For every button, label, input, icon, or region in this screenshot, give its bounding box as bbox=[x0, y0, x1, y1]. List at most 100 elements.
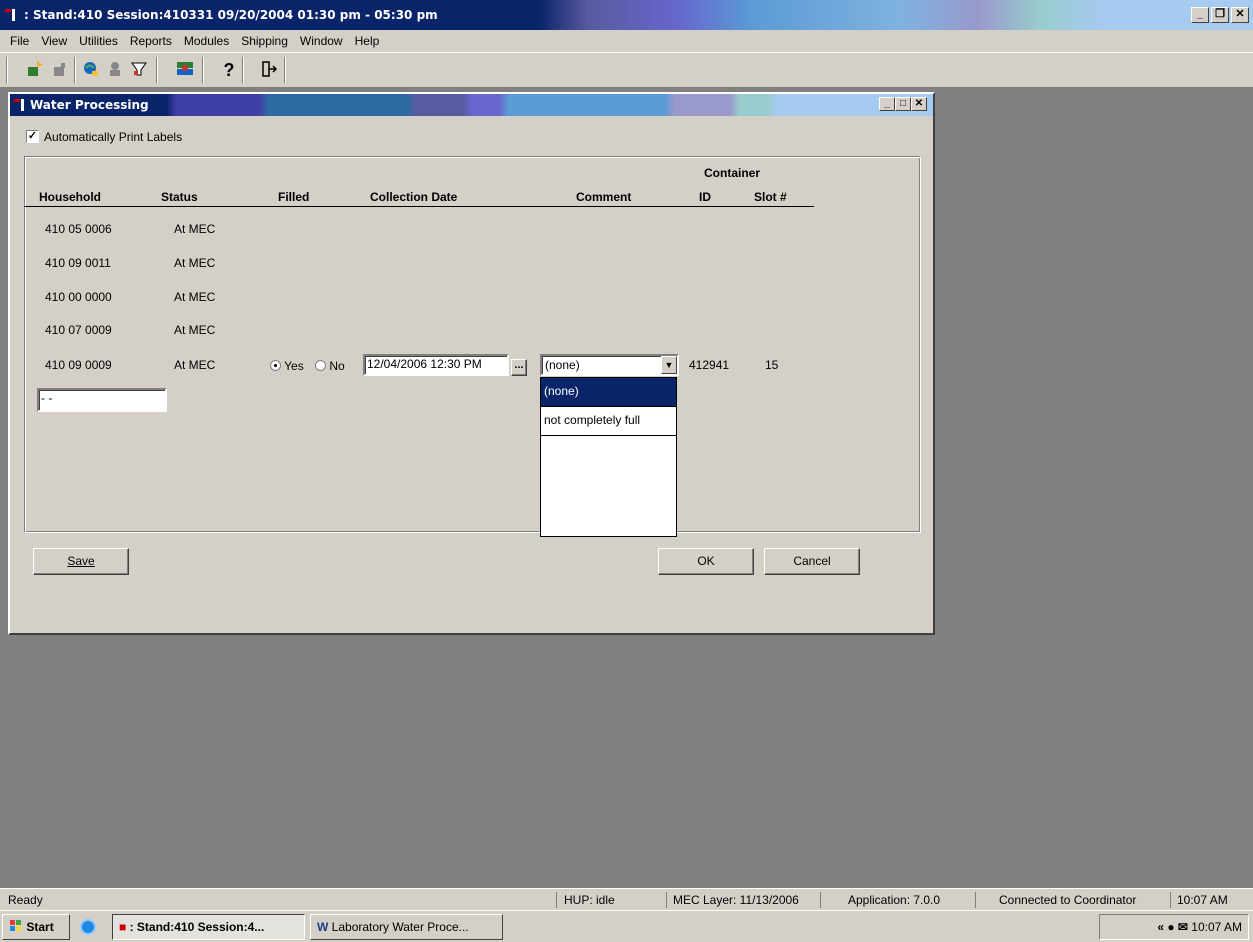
dropdown-option[interactable]: not completely full bbox=[541, 407, 676, 436]
status-mec-layer: MEC Layer: 11/13/2006 bbox=[673, 893, 799, 907]
status-ready: Ready bbox=[8, 893, 43, 907]
status-divider bbox=[556, 892, 557, 908]
tray-icons[interactable]: « ● ✉ bbox=[1157, 920, 1191, 934]
water-processing-window: Water Processing _ □ ✕ ✓ Automatically P… bbox=[8, 92, 935, 635]
menu-reports[interactable]: Reports bbox=[124, 34, 178, 48]
auto-print-label: Automatically Print Labels bbox=[44, 130, 183, 144]
menu-shipping[interactable]: Shipping bbox=[235, 34, 294, 48]
status-hup: HUP: idle bbox=[564, 893, 615, 907]
menu-file[interactable]: File bbox=[4, 34, 35, 48]
filled-no-radio[interactable]: No bbox=[315, 359, 345, 373]
menu-view[interactable]: View bbox=[35, 34, 73, 48]
column-slot: Slot # bbox=[754, 190, 787, 204]
column-comment: Comment bbox=[576, 190, 632, 204]
ie-quicklaunch-icon[interactable] bbox=[80, 919, 96, 935]
close-button[interactable]: ✕ bbox=[1231, 7, 1249, 23]
toolbar-separator bbox=[202, 57, 204, 83]
filled-yes-radio[interactable]: Yes bbox=[270, 359, 304, 373]
toolbar-separator bbox=[6, 57, 8, 83]
row-status: At MEC bbox=[174, 323, 216, 337]
row-household: 410 07 0009 bbox=[45, 323, 112, 337]
taskbar-task-word[interactable]: W Laboratory Water Proce... bbox=[310, 914, 503, 940]
dialog-maximize-button[interactable]: □ bbox=[895, 97, 911, 111]
row-status: At MEC bbox=[174, 358, 216, 372]
row-household: 410 00 0000 bbox=[45, 290, 112, 304]
task-word-label: Laboratory Water Proce... bbox=[331, 920, 469, 934]
start-label: Start bbox=[26, 920, 54, 934]
task-stand-label: : Stand:410 Session:4... bbox=[129, 920, 265, 934]
stamp-icon[interactable] bbox=[104, 59, 126, 81]
slot-value: 15 bbox=[765, 358, 779, 372]
radio-no-icon bbox=[315, 360, 326, 371]
app-icon bbox=[5, 9, 15, 21]
filled-yes-label: Yes bbox=[284, 359, 304, 373]
app-title-bar[interactable]: : Stand:410 Session:410331 09/20/2004 01… bbox=[0, 0, 1253, 30]
menu-utilities[interactable]: Utilities bbox=[73, 34, 124, 48]
new-household-input[interactable]: - - bbox=[37, 388, 167, 412]
dialog-title: Water Processing bbox=[30, 98, 149, 112]
dialog-title-bar[interactable]: Water Processing _ □ ✕ bbox=[10, 94, 933, 116]
column-container-id: ID bbox=[699, 190, 711, 204]
column-status: Status bbox=[161, 190, 198, 204]
toolbar-separator bbox=[284, 57, 286, 83]
column-household: Household bbox=[39, 190, 101, 204]
minimize-button[interactable]: _ bbox=[1191, 7, 1209, 23]
save-button[interactable]: Save bbox=[33, 548, 129, 575]
status-bar: Ready HUP: idle MEC Layer: 11/13/2006 Ap… bbox=[0, 888, 1253, 910]
filter-icon[interactable] bbox=[128, 59, 150, 81]
date-picker-button[interactable]: ... bbox=[511, 359, 527, 376]
globe-icon[interactable] bbox=[80, 59, 102, 81]
toolbar: ? bbox=[0, 52, 1253, 88]
taskbar: Start ■ : Stand:410 Session:4... W Labor… bbox=[0, 910, 1253, 942]
dialog-minimize-button[interactable]: _ bbox=[879, 97, 895, 111]
app-title: : Stand:410 Session:410331 09/20/2004 01… bbox=[24, 8, 438, 22]
cancel-button[interactable]: Cancel bbox=[764, 548, 860, 575]
start-button[interactable]: Start bbox=[2, 914, 70, 940]
people-icon[interactable] bbox=[174, 59, 196, 81]
filled-no-label: No bbox=[329, 359, 345, 373]
menu-bar: File View Utilities Reports Modules Ship… bbox=[0, 30, 1253, 52]
menu-modules[interactable]: Modules bbox=[178, 34, 235, 48]
word-doc-icon: W bbox=[317, 920, 329, 934]
menu-help[interactable]: Help bbox=[349, 34, 386, 48]
column-container: Container bbox=[704, 166, 761, 180]
ok-button[interactable]: OK bbox=[658, 548, 754, 575]
windows-logo-icon bbox=[10, 920, 21, 931]
collection-date-field[interactable]: 12/04/2006 12:30 PM bbox=[363, 354, 509, 376]
toolbar-separator bbox=[242, 57, 244, 83]
new-icon[interactable] bbox=[24, 59, 46, 81]
system-tray: « ● ✉ 10:07 AM bbox=[1099, 914, 1249, 940]
dialog-close-button[interactable]: ✕ bbox=[911, 97, 927, 111]
column-collection-date: Collection Date bbox=[370, 190, 458, 204]
help-icon[interactable]: ? bbox=[218, 59, 240, 81]
toolbar-separator bbox=[74, 57, 76, 83]
status-connection: Connected to Coordinator bbox=[999, 893, 1137, 907]
row-household: 410 09 0011 bbox=[45, 256, 111, 270]
dropdown-option[interactable]: (none) bbox=[541, 378, 676, 407]
row-household: 410 09 0009 bbox=[45, 358, 112, 372]
status-divider bbox=[975, 892, 976, 908]
auto-print-checkbox[interactable]: ✓ bbox=[26, 130, 39, 143]
row-status: At MEC bbox=[174, 290, 216, 304]
column-filled: Filled bbox=[278, 190, 310, 204]
restore-button[interactable]: ❐ bbox=[1211, 7, 1229, 23]
comment-selected-value: (none) bbox=[545, 358, 580, 372]
status-divider bbox=[1170, 892, 1171, 908]
taskbar-task-stand[interactable]: ■ : Stand:410 Session:4... bbox=[112, 914, 305, 940]
status-application: Application: 7.0.0 bbox=[848, 893, 941, 907]
row-status: At MEC bbox=[174, 256, 216, 270]
menu-window[interactable]: Window bbox=[294, 34, 349, 48]
open-icon[interactable] bbox=[48, 59, 70, 81]
chevron-down-icon[interactable]: ▼ bbox=[661, 356, 677, 374]
toolbar-separator bbox=[156, 57, 158, 83]
app-task-icon: ■ bbox=[119, 920, 127, 934]
container-id-value: 412941 bbox=[689, 358, 730, 372]
row-status: At MEC bbox=[174, 222, 216, 236]
status-divider bbox=[820, 892, 821, 908]
exit-icon[interactable] bbox=[258, 59, 280, 81]
header-divider bbox=[24, 206, 814, 208]
household-group-box bbox=[24, 156, 921, 533]
comment-dropdown-list: (none) not completely full bbox=[540, 377, 677, 537]
comment-dropdown[interactable]: (none) ▼ bbox=[540, 354, 679, 376]
tray-clock: 10:07 AM bbox=[1191, 920, 1242, 934]
